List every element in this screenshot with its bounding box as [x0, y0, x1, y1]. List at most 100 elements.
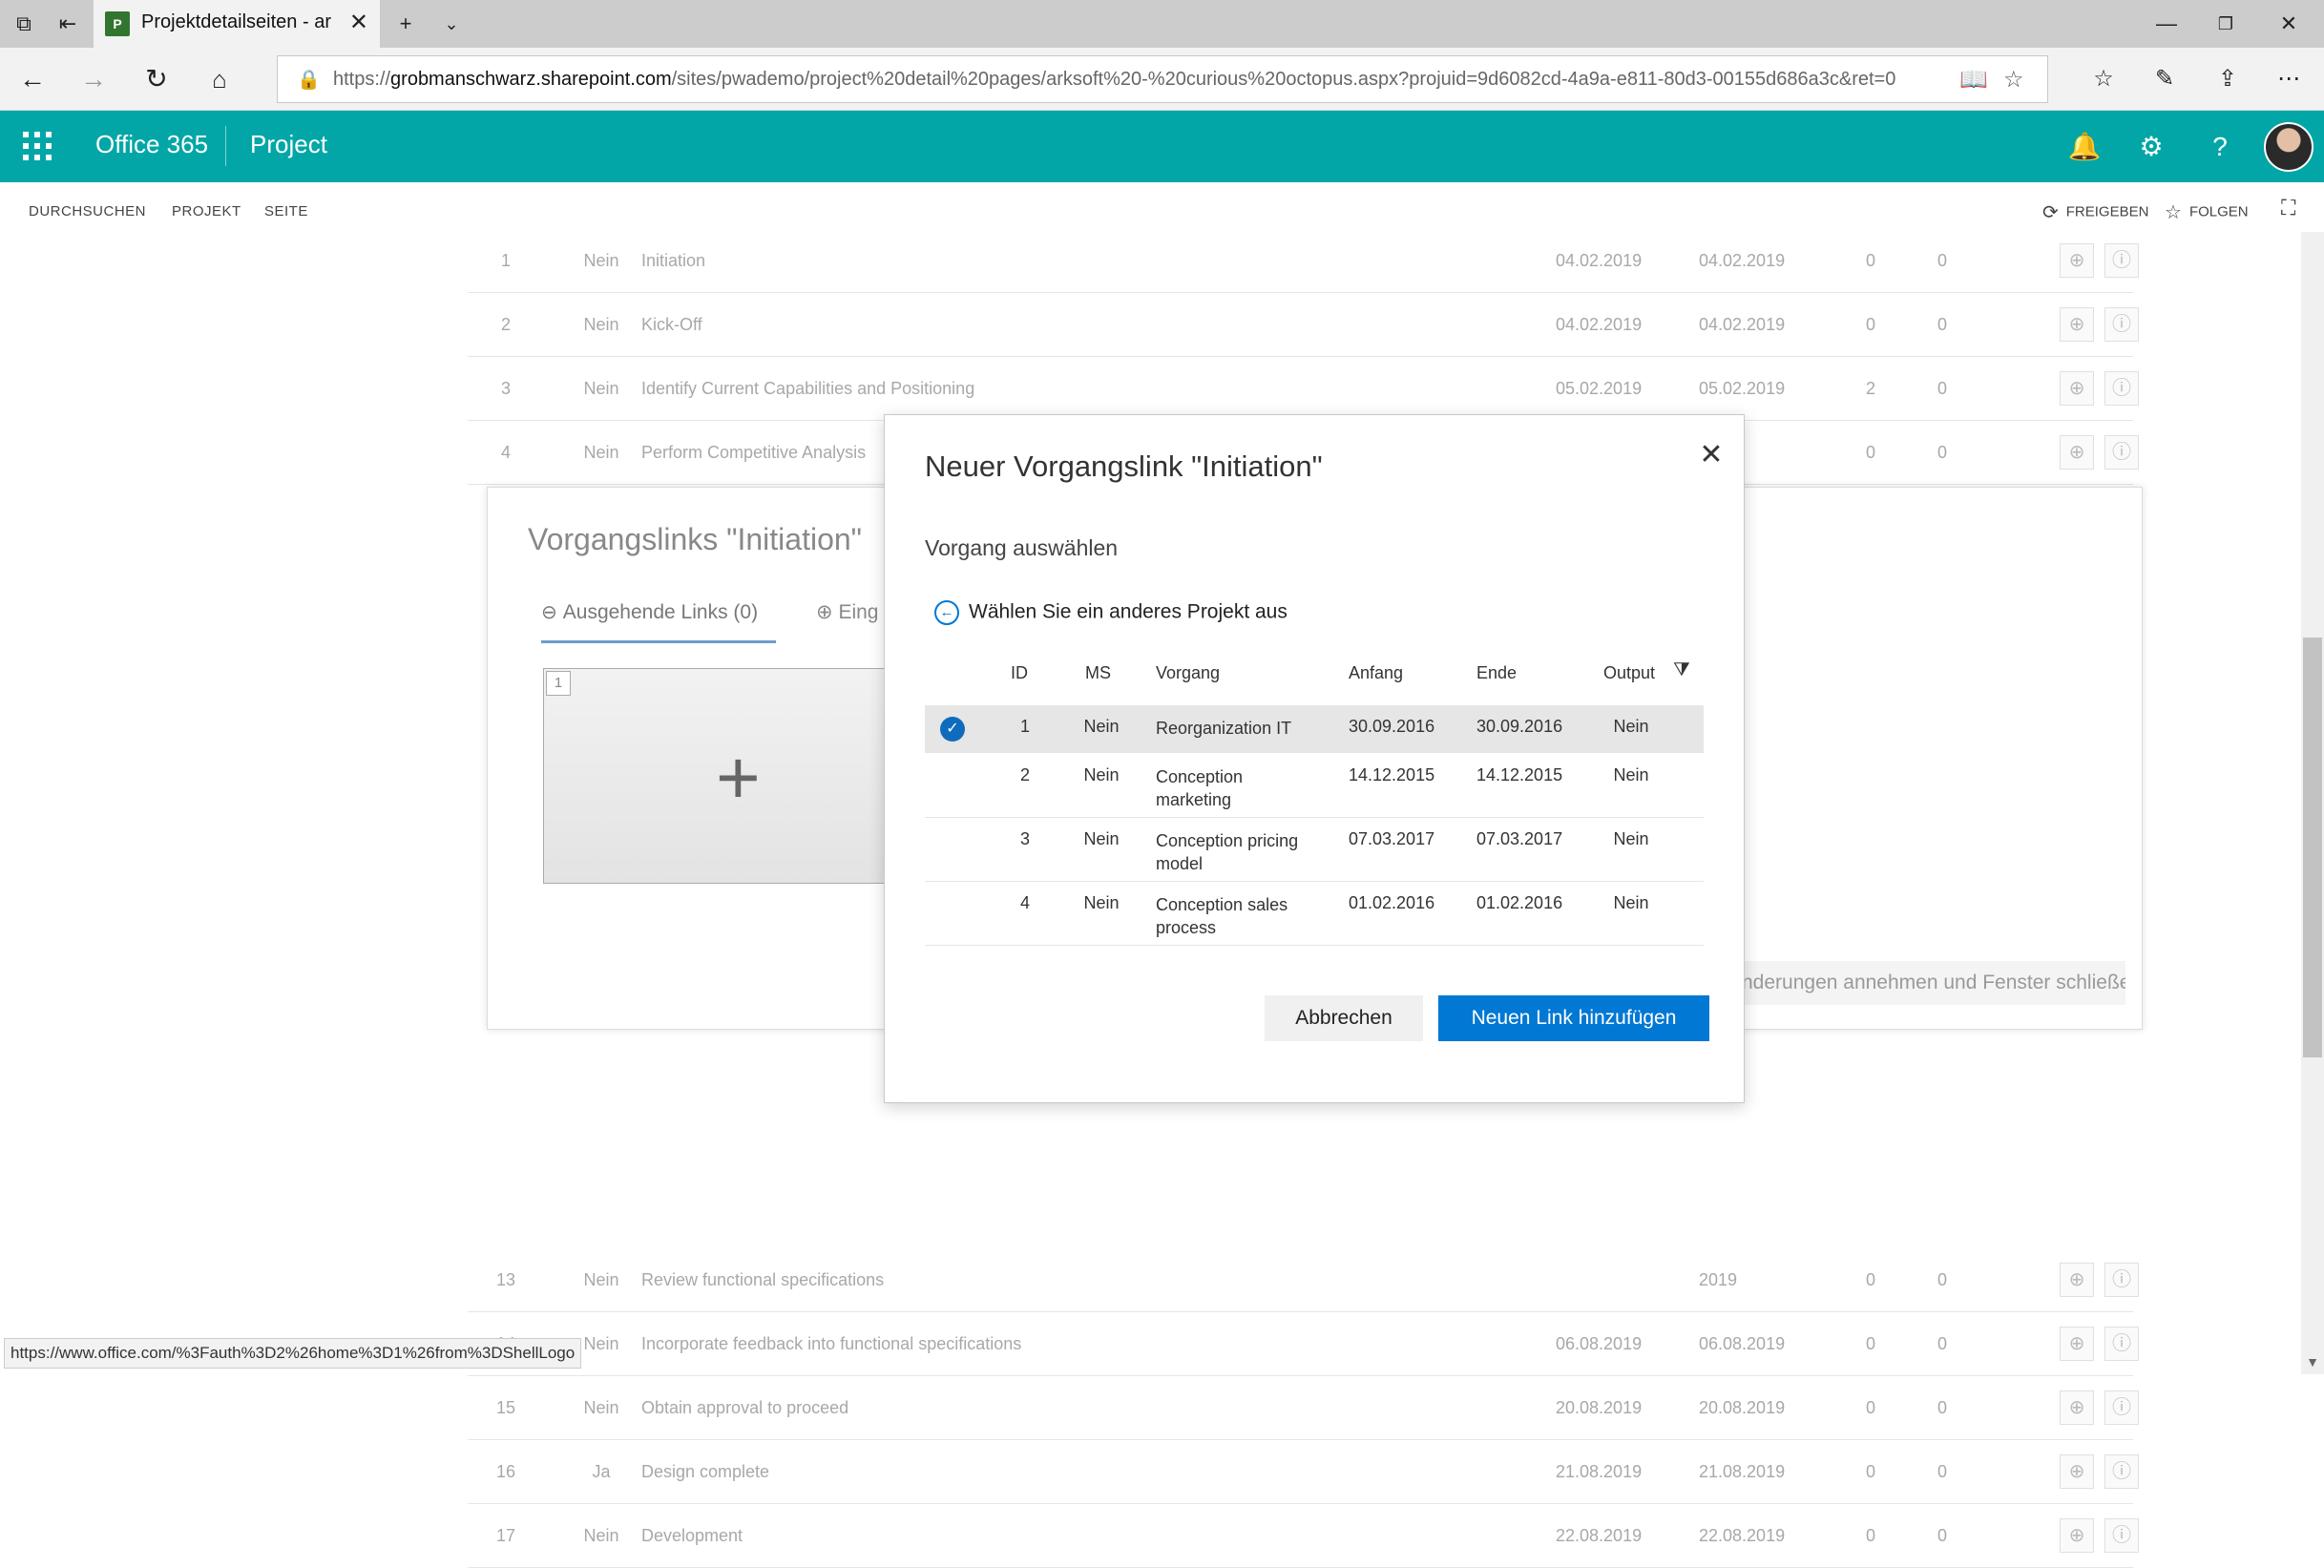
add-link-icon[interactable]: ⊕	[2060, 371, 2094, 406]
scrollbar-thumb[interactable]	[2303, 638, 2322, 1057]
row-id: 13	[495, 1270, 516, 1289]
choose-other-project-link[interactable]: ← Wählen Sie ein anderes Projekt aus	[934, 600, 1288, 625]
info-icon[interactable]: ⓘ	[2104, 1454, 2139, 1489]
settings-gear-icon[interactable]: ⚙	[2132, 128, 2170, 166]
links-panel-title: Vorgangslinks "Initiation"	[528, 522, 863, 556]
tab-list-chevron-icon[interactable]: ⌄	[437, 10, 466, 38]
info-icon[interactable]: ⓘ	[2104, 243, 2139, 278]
outgoing-arrow-icon: ⊖	[541, 602, 557, 623]
tab-outgoing-links[interactable]: ⊖ Ausgehende Links (0)	[541, 600, 758, 624]
follow-button[interactable]: ☆ FOLGEN	[2165, 200, 2249, 224]
share-button[interactable]: ⟳ FREIGEBEN	[2042, 200, 2148, 224]
minimize-icon[interactable]: —	[2147, 8, 2186, 40]
url-input[interactable]: 🔒 https://grobmanschwarz.sharepoint.com/…	[277, 55, 2048, 103]
save-and-close-button[interactable]: Änderungen annehmen und Fenster schließe…	[1719, 961, 2125, 1005]
app-name[interactable]: Project	[250, 130, 327, 159]
tab-incoming-links[interactable]: ⊕ Eing	[816, 600, 878, 624]
row-count-a: 0	[1865, 1334, 1875, 1353]
info-icon[interactable]: ⓘ	[2104, 371, 2139, 406]
row-end-date: 04.02.2019	[1699, 315, 1786, 334]
app-launcher-icon[interactable]	[23, 132, 52, 160]
browser-tab-bar: ⧉ ⇤ P Projektdetailseiten - ark ✕ + ⌄ — …	[0, 0, 2324, 48]
ribbon-tab-project[interactable]: PROJEKT	[172, 203, 241, 220]
column-header-end[interactable]: Ende	[1476, 663, 1517, 683]
row-task-name: Conception pricing model	[1156, 831, 1299, 873]
table-row[interactable]: 4 Nein Conception sales process 01.02.2016 0…	[925, 882, 1704, 946]
info-icon[interactable]: ⓘ	[2104, 1327, 2139, 1361]
back-icon[interactable]: ←	[13, 61, 52, 97]
forward-icon[interactable]: →	[74, 61, 113, 97]
add-link-icon[interactable]: ⊕	[2060, 1263, 2094, 1297]
focus-mode-icon[interactable]: ⛶	[2281, 196, 2295, 220]
help-icon[interactable]: ?	[2201, 128, 2239, 166]
row-end-date: 07.03.2017	[1476, 829, 1563, 848]
tab-manager-icon[interactable]: ⧉	[10, 10, 38, 38]
favorites-hub-icon[interactable]: ☆	[2084, 61, 2123, 97]
add-link-button[interactable]: Neuen Link hinzufügen	[1438, 995, 1709, 1041]
reading-view-icon[interactable]: 📖	[1959, 66, 1988, 94]
row-task-name: Conception sales process	[1156, 895, 1288, 937]
row-output: Nein	[1613, 765, 1649, 784]
add-link-tile[interactable]: 1 +	[543, 668, 887, 884]
row-task-name: Kick-Off	[641, 315, 702, 334]
add-link-icon[interactable]: ⊕	[2060, 435, 2094, 470]
column-header-task[interactable]: Vorgang	[1156, 663, 1220, 683]
add-link-icon[interactable]: ⊕	[2060, 307, 2094, 342]
row-end-date: 21.08.2019	[1699, 1462, 1786, 1481]
column-header-ms[interactable]: MS	[1085, 663, 1111, 683]
row-id: 2	[1019, 765, 1030, 784]
column-header-id[interactable]: ID	[1011, 663, 1028, 683]
info-icon[interactable]: ⓘ	[2104, 307, 2139, 342]
ribbon-tab-browse[interactable]: DURCHSUCHEN	[29, 203, 146, 220]
more-icon[interactable]: ⋯	[2270, 61, 2308, 97]
table-row[interactable]: 3 Nein Conception pricing model 07.03.2017 0…	[925, 818, 1704, 882]
ribbon-tab-page[interactable]: SEITE	[264, 203, 308, 220]
window-close-icon[interactable]: ✕	[2270, 8, 2308, 40]
info-icon[interactable]: ⓘ	[2104, 435, 2139, 470]
info-icon[interactable]: ⓘ	[2104, 1390, 2139, 1425]
new-tab-icon[interactable]: +	[391, 10, 420, 38]
info-icon[interactable]: ⓘ	[2104, 1263, 2139, 1297]
row-id: 3	[500, 379, 511, 398]
selected-check-icon[interactable]: ✓	[940, 717, 965, 742]
restore-icon[interactable]: ❐	[2207, 8, 2245, 40]
dialog-close-icon[interactable]: ✕	[1692, 436, 1730, 474]
filter-icon[interactable]: ⧩	[1673, 659, 1690, 681]
pen-icon[interactable]: ✎	[2146, 61, 2184, 97]
row-task-name: Identify Current Capabilities and Positi…	[641, 379, 975, 398]
browser-tab-active[interactable]: P Projektdetailseiten - ark ✕	[94, 0, 380, 48]
row-count-a: 0	[1865, 315, 1875, 334]
table-row[interactable]: 2 Nein Conception marketing 14.12.2015 14.12…	[925, 754, 1704, 818]
notifications-bell-icon[interactable]: 🔔	[2065, 128, 2104, 166]
row-count-b: 0	[1937, 315, 1947, 334]
row-start-date: 21.08.2019	[1556, 1462, 1643, 1481]
row-task-name: Incorporate feedback into functional spe…	[641, 1334, 1022, 1353]
table-row[interactable]: ✓ 1 Nein Reorganization IT 30.09.2016 30.09.2…	[925, 705, 1704, 753]
column-header-output[interactable]: Output	[1603, 663, 1655, 683]
add-link-icon[interactable]: ⊕	[2060, 1454, 2094, 1489]
scroll-down-icon[interactable]: ▼	[2301, 1349, 2324, 1374]
set-aside-tabs-icon[interactable]: ⇤	[53, 10, 82, 38]
add-link-icon[interactable]: ⊕	[2060, 1390, 2094, 1425]
cancel-button[interactable]: Abbrechen	[1265, 995, 1423, 1041]
row-id: 16	[495, 1462, 516, 1481]
column-header-start[interactable]: Anfang	[1349, 663, 1403, 683]
info-icon[interactable]: ⓘ	[2104, 1518, 2139, 1553]
row-task-name: Design complete	[641, 1462, 770, 1481]
home-icon[interactable]: ⌂	[200, 61, 239, 97]
add-link-icon[interactable]: ⊕	[2060, 1518, 2094, 1553]
share-icon[interactable]: ⇪	[2209, 61, 2247, 97]
add-link-icon[interactable]: ⊕	[2060, 1327, 2094, 1361]
avatar[interactable]	[2264, 122, 2314, 172]
favorite-star-icon[interactable]: ☆	[2003, 66, 2024, 94]
row-start-date: 22.08.2019	[1556, 1526, 1643, 1545]
row-end-date: 14.12.2015	[1476, 765, 1563, 784]
office365-brand[interactable]: Office 365	[95, 130, 208, 159]
browser-address-bar: ← → ↻ ⌂ 🔒 https://grobmanschwarz.sharepo…	[0, 48, 2324, 111]
refresh-icon[interactable]: ↻	[137, 61, 176, 97]
row-output: Nein	[1613, 829, 1649, 848]
add-link-icon[interactable]: ⊕	[2060, 243, 2094, 278]
tab-close-icon[interactable]: ✕	[349, 9, 368, 36]
row-end-date: 22.08.2019	[1699, 1526, 1786, 1545]
row-count-b: 0	[1937, 1334, 1947, 1353]
